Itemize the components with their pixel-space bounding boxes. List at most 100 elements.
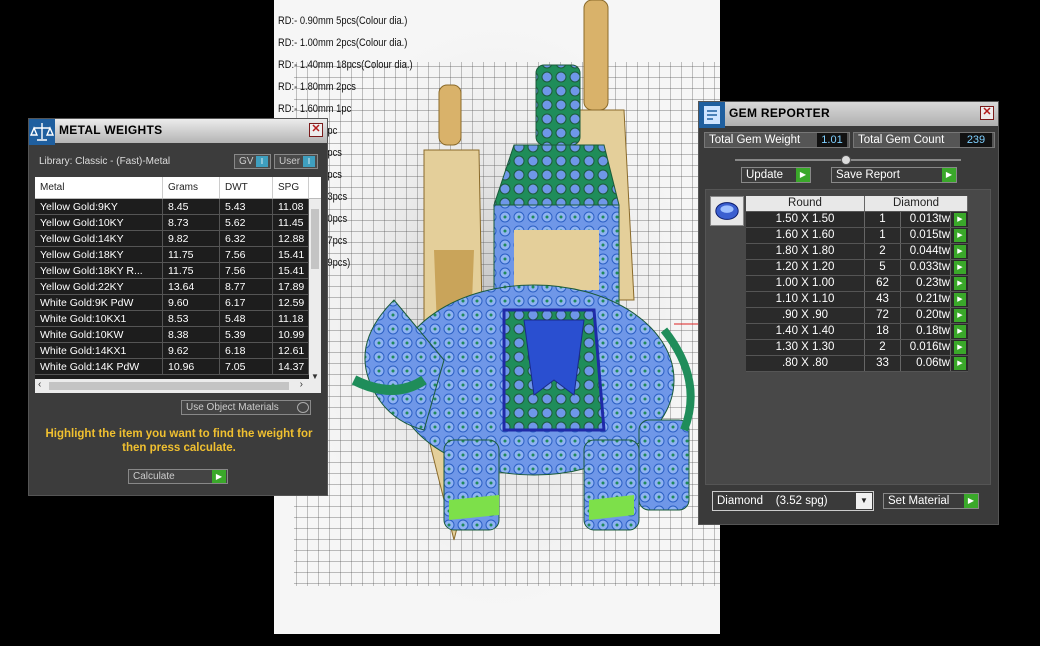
table-cell: .90 X .90: [746, 308, 865, 323]
report-slider[interactable]: [735, 155, 961, 165]
table-cell: 12.59: [273, 295, 309, 310]
table-row[interactable]: Yellow Gold:18KY 11.75 7.56 15.41: [35, 247, 321, 263]
gem-reporter-titlebar[interactable]: GEM REPORTER ✕: [699, 102, 998, 128]
scroll-left-icon[interactable]: ‹: [38, 379, 41, 390]
table-cell: 7.05: [220, 359, 273, 374]
metal-rows: Yellow Gold:9KY 8.45 5.43 11.08 Yellow Gold:…: [35, 199, 321, 375]
calculate-button[interactable]: Calculate ▶: [128, 469, 228, 484]
arrow-right-icon[interactable]: ▶: [954, 309, 966, 322]
table-row[interactable]: 1.30 X 1.30 2 0.016tw ▶: [746, 340, 968, 356]
scroll-thumb[interactable]: [49, 382, 289, 390]
table-cell: 11.08: [273, 199, 309, 214]
arrow-right-icon: ▶: [964, 494, 978, 508]
user-toggle[interactable]: User I: [274, 154, 318, 169]
metal-weights-window: METAL WEIGHTS ✕ Library: Classic - (Fast…: [28, 118, 328, 496]
horizontal-scrollbar[interactable]: ‹ ›: [35, 379, 321, 393]
material-select[interactable]: Diamond (3.52 spg) ▼: [712, 491, 874, 511]
vertical-scrollbar[interactable]: ▼: [309, 199, 321, 381]
table-cell: 5.48: [220, 311, 273, 326]
table-cell: 0.18tw: [901, 324, 951, 339]
table-row[interactable]: 1.60 X 1.60 1 0.015tw ▶: [746, 228, 968, 244]
column-header[interactable]: SPG: [273, 177, 309, 198]
table-cell: 8.45: [163, 199, 220, 214]
gem-reporter-window: GEM REPORTER ✕ Total Gem Weight 1.01 Tot…: [698, 101, 999, 525]
3d-viewport[interactable]: RD:- 0.90mm 5pcs(Colour dia.) RD:- 1.00m…: [274, 0, 720, 634]
table-row[interactable]: Yellow Gold:9KY 8.45 5.43 11.08: [35, 199, 321, 215]
table-cell: 5.43: [220, 199, 273, 214]
set-material-label: Set Material: [888, 495, 950, 507]
table-cell: 1.50 X 1.50: [746, 212, 865, 227]
table-row[interactable]: 1.50 X 1.50 1 0.013tw ▶: [746, 212, 968, 228]
table-row[interactable]: Yellow Gold:18KY R... 11.75 7.56 15.41: [35, 263, 321, 279]
arrow-right-icon[interactable]: ▶: [954, 293, 966, 306]
table-row[interactable]: 1.40 X 1.40 18 0.18tw ▶: [746, 324, 968, 340]
table-row[interactable]: White Gold:10KW 8.38 5.39 10.99: [35, 327, 321, 343]
table-cell: 8.77: [220, 279, 273, 294]
metal-weights-titlebar[interactable]: METAL WEIGHTS ✕: [29, 119, 327, 145]
table-row[interactable]: White Gold:9K PdW 9.60 6.17 12.59: [35, 295, 321, 311]
table-cell: Yellow Gold:9KY: [35, 199, 163, 214]
scroll-thumb[interactable]: [311, 209, 319, 269]
table-row[interactable]: 1.10 X 1.10 43 0.21tw ▶: [746, 292, 968, 308]
slider-knob[interactable]: [841, 155, 851, 165]
table-cell: 6.32: [220, 231, 273, 246]
table-row[interactable]: .80 X .80 33 0.06tw ▶: [746, 356, 968, 372]
use-object-materials-label: Use Object Materials: [186, 402, 279, 413]
gv-toggle[interactable]: GV I: [234, 154, 271, 169]
table-cell: 8.73: [163, 215, 220, 230]
round-gem-icon[interactable]: [710, 196, 744, 226]
arrow-right-icon[interactable]: ▶: [954, 261, 966, 274]
table-cell: 11.45: [273, 215, 309, 230]
table-cell: 7.56: [220, 247, 273, 262]
table-cell: 7.56: [220, 263, 273, 278]
table-cell: 0.016tw: [901, 340, 951, 355]
table-cell: 1.20 X 1.20: [746, 260, 865, 275]
table-cell: 13.64: [163, 279, 220, 294]
update-button[interactable]: Update ▶: [741, 167, 811, 183]
arrow-right-icon[interactable]: ▶: [954, 229, 966, 242]
column-header[interactable]: Grams: [163, 177, 220, 198]
table-row[interactable]: 1.20 X 1.20 5 0.033tw ▶: [746, 260, 968, 276]
total-gem-count-field: Total Gem Count 239: [853, 132, 995, 148]
save-report-button[interactable]: Save Report ▶: [831, 167, 957, 183]
table-cell: Yellow Gold:18KY R...: [35, 263, 163, 278]
metal-table[interactable]: Metal Grams DWT SPG Yellow Gold:9KY 8.45 5…: [35, 177, 321, 393]
gem-table[interactable]: Round Diamond 1.50 X 1.50 1 0.013tw ▶ 1.60 X…: [746, 196, 968, 372]
table-cell: 10.96: [163, 359, 220, 374]
table-row[interactable]: Yellow Gold:22KY 13.64 8.77 17.89: [35, 279, 321, 295]
scroll-right-icon[interactable]: ›: [300, 379, 303, 390]
table-row[interactable]: White Gold:10KX1 8.53 5.48 11.18: [35, 311, 321, 327]
close-icon[interactable]: ✕: [980, 106, 994, 120]
arrow-right-icon[interactable]: ▶: [954, 277, 966, 290]
arrow-right-icon[interactable]: ▶: [954, 341, 966, 354]
table-cell: 62: [865, 276, 901, 291]
arrow-right-icon[interactable]: ▶: [954, 325, 966, 338]
set-material-button[interactable]: Set Material ▶: [883, 493, 979, 509]
desktop: RD:- 0.90mm 5pcs(Colour dia.) RD:- 1.00m…: [0, 0, 1040, 646]
column-header[interactable]: DWT: [220, 177, 273, 198]
table-row[interactable]: White Gold:14KX1 9.62 6.18 12.61: [35, 343, 321, 359]
table-cell: 0.23tw: [901, 276, 951, 291]
dropdown-arrow-icon: ▼: [856, 493, 872, 509]
table-row[interactable]: 1.00 X 1.00 62 0.23tw ▶: [746, 276, 968, 292]
toggle-circle-icon: [297, 402, 309, 413]
arrow-right-icon[interactable]: ▶: [954, 213, 966, 226]
toggle-knob-icon: I: [303, 156, 315, 167]
table-cell: 5.62: [220, 215, 273, 230]
total-gem-count-value: 239: [960, 133, 992, 147]
table-row[interactable]: White Gold:14K PdW 10.96 7.05 14.37: [35, 359, 321, 375]
table-row[interactable]: .90 X .90 72 0.20tw ▶: [746, 308, 968, 324]
table-row[interactable]: 1.80 X 1.80 2 0.044tw ▶: [746, 244, 968, 260]
table-cell: 0.013tw: [901, 212, 951, 227]
arrow-right-icon[interactable]: ▶: [954, 357, 966, 370]
column-header[interactable]: Metal: [35, 177, 163, 198]
table-row[interactable]: Yellow Gold:14KY 9.82 6.32 12.88: [35, 231, 321, 247]
gem-list-panel: Round Diamond 1.50 X 1.50 1 0.013tw ▶ 1.60 X…: [705, 189, 991, 485]
window-title: GEM REPORTER: [729, 106, 830, 120]
table-row[interactable]: Yellow Gold:10KY 8.73 5.62 11.45: [35, 215, 321, 231]
arrow-right-icon[interactable]: ▶: [954, 245, 966, 258]
table-cell: 0.21tw: [901, 292, 951, 307]
table-cell: 43: [865, 292, 901, 307]
close-icon[interactable]: ✕: [309, 123, 323, 137]
use-object-materials-toggle[interactable]: Use Object Materials: [181, 400, 311, 415]
